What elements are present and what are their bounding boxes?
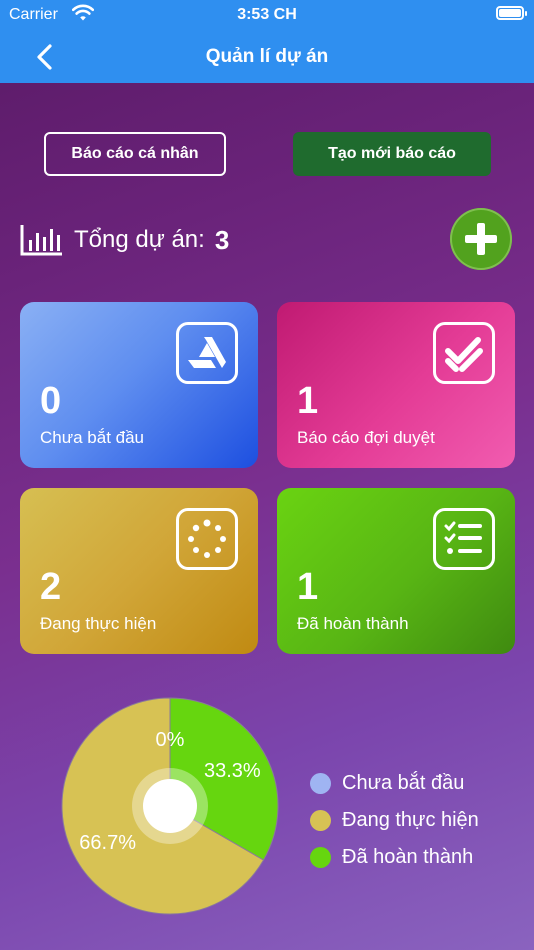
- chart-legend: Chưa bắt đầu Đang thực hiện Đã hoàn thàn…: [310, 765, 479, 876]
- card-not-started[interactable]: 0 Chưa bắt đầu: [20, 302, 258, 468]
- card-completed[interactable]: 1 Đã hoàn thành: [277, 488, 515, 654]
- create-report-button[interactable]: Tạo mới báo cáo: [293, 132, 491, 176]
- legend-label: Đang thực hiện: [342, 809, 479, 831]
- in-progress-label: Đang thực hiện: [40, 614, 157, 633]
- status-pie-chart: 0% 66.7% 33.3%: [61, 697, 279, 915]
- legend-item-completed: Đã hoàn thành: [310, 839, 479, 876]
- legend-label: Chưa bắt đầu: [342, 772, 465, 794]
- pie-label: 66.7%: [79, 832, 136, 854]
- legend-item-not-started: Chưa bắt đầu: [310, 765, 479, 802]
- legend-item-in-progress: Đang thực hiện: [310, 802, 479, 839]
- completed-label: Đã hoàn thành: [297, 614, 409, 633]
- card-in-progress[interactable]: 2 Đang thực hiện: [20, 488, 258, 654]
- personal-report-button[interactable]: Báo cáo cá nhân: [44, 132, 226, 176]
- double-check-icon: [433, 322, 495, 384]
- donut-hole: [143, 779, 197, 833]
- card-pending-review[interactable]: 1 Báo cáo đợi duyệt: [277, 302, 515, 468]
- clock: 3:53 CH: [237, 6, 297, 23]
- artstation-icon: [176, 322, 238, 384]
- bar-chart-icon: [20, 225, 62, 256]
- battery-icon: [496, 6, 527, 20]
- legend-dot: [310, 810, 331, 831]
- legend-dot: [310, 847, 331, 868]
- page-title: Quản lí dự án: [205, 46, 329, 67]
- navigation-bar: Quản lí dự án: [0, 30, 534, 83]
- status-bar: Carrier 3:53 CH: [0, 0, 534, 30]
- total-projects-count: 3: [214, 224, 230, 255]
- plus-icon: [465, 223, 497, 255]
- legend-label: Đã hoàn thành: [342, 846, 474, 868]
- pie-label: 0%: [156, 729, 185, 751]
- in-progress-count: 2: [40, 566, 62, 608]
- checklist-icon: [433, 508, 495, 570]
- not-started-count: 0: [40, 380, 62, 422]
- project-summary: Tổng dự án: 3: [20, 222, 229, 258]
- legend-dot: [310, 773, 331, 794]
- pending-review-label: Báo cáo đợi duyệt: [297, 428, 435, 447]
- spinner-icon: [176, 508, 238, 570]
- total-projects-label: Tổng dự án:: [74, 226, 205, 253]
- not-started-label: Chưa bắt đầu: [40, 428, 145, 447]
- completed-count: 1: [297, 566, 319, 608]
- pending-review-count: 1: [297, 380, 319, 422]
- add-project-button[interactable]: [450, 208, 512, 270]
- pie-label: 33.3%: [204, 760, 261, 782]
